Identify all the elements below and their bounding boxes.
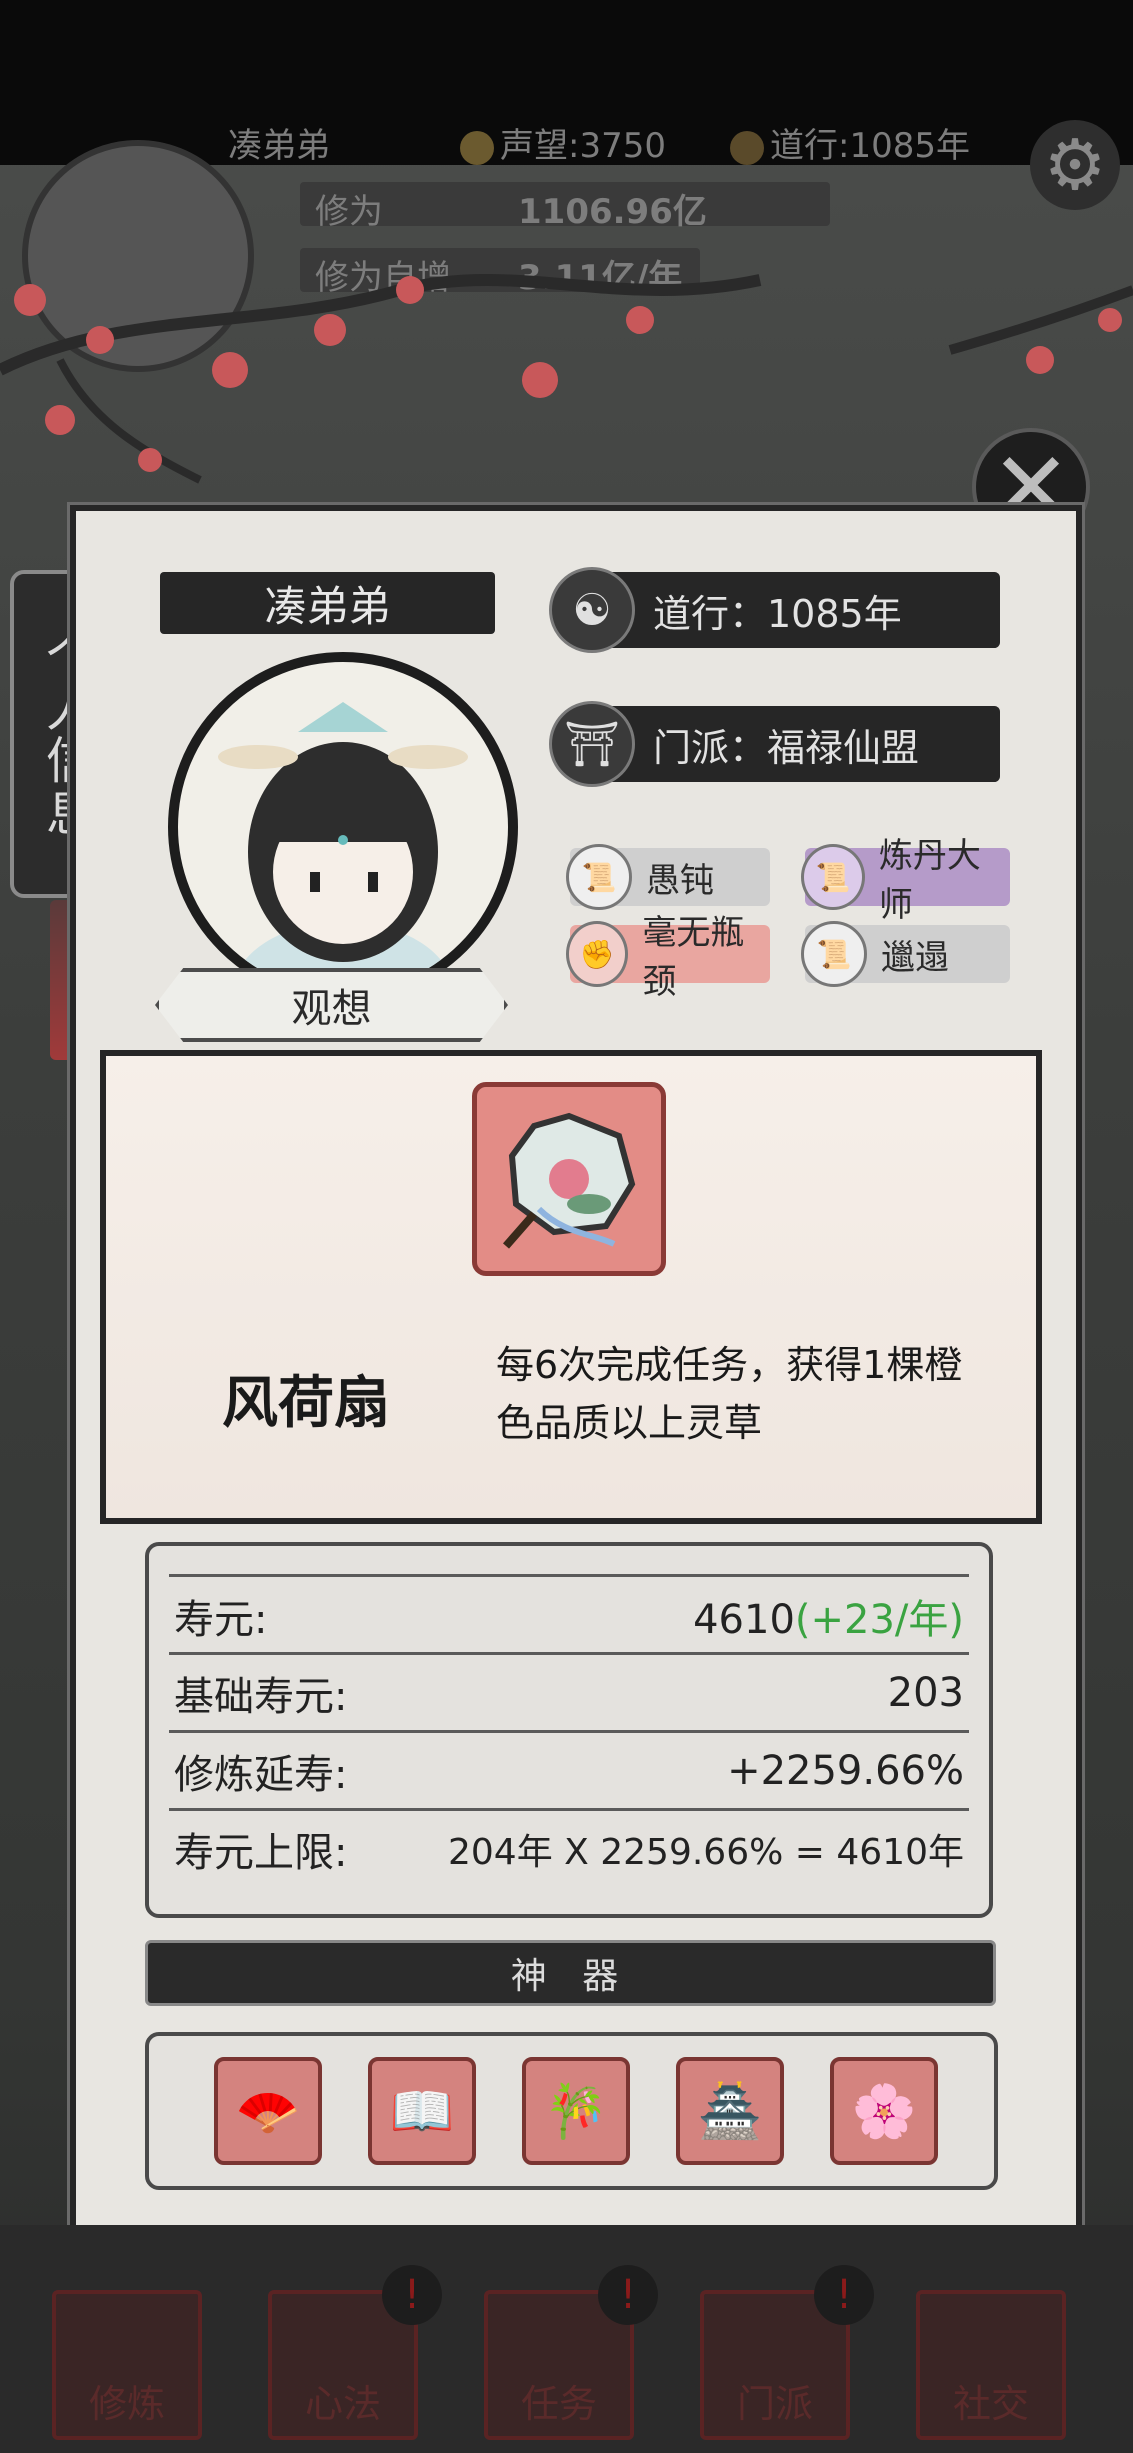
coin-icon	[460, 130, 494, 165]
item-description-line-2: 色品质以上灵草	[496, 1401, 763, 1445]
alert-icon: !	[814, 2265, 874, 2325]
scroll-icon: 📜	[566, 844, 632, 910]
divider	[169, 1652, 969, 1655]
round-fan-icon	[502, 1112, 636, 1249]
artifacts-row: 🪭 📖 🎋 🏯 🌸	[145, 2032, 998, 2190]
stat-growth: (+23/年)	[794, 1597, 964, 1643]
stat-value: +2259.66%	[727, 1748, 964, 1794]
item-description-line-1: 每6次完成任务，获得1棵橙	[496, 1343, 963, 1387]
visualize-button[interactable]: 观想	[155, 968, 508, 1042]
alert-icon: !	[382, 2265, 442, 2325]
character-avatar	[168, 652, 518, 1002]
book-icon[interactable]: 📖	[368, 2057, 476, 2165]
scroll-icon: 📜	[801, 921, 867, 987]
cultivation-label: 修为	[315, 192, 383, 232]
trait-no-bottleneck[interactable]: ✊ 毫无瓶颈	[566, 913, 770, 1002]
cultivation-value: 1106.96亿	[518, 192, 707, 232]
stat-label: 修炼延寿:	[174, 1752, 348, 1798]
trait-sloppy[interactable]: 📜 邋遢	[801, 921, 1010, 987]
character-name: 凑弟弟	[160, 572, 495, 634]
item-name: 风荷扇	[222, 1371, 390, 1436]
item-description: 每6次完成任务，获得1棵橙 色品质以上灵草	[496, 1336, 962, 1452]
stat-value: 203	[887, 1670, 964, 1716]
hud-daoxing: 道行:1085年	[730, 118, 970, 167]
daoxing-bar: ☯ 道行：1085年	[549, 567, 1000, 653]
alert-icon: !	[598, 2265, 658, 2325]
divider	[169, 1730, 969, 1733]
scroll-icon: 📜	[801, 844, 865, 910]
stat-row-base-lifespan: 基础寿元: 203	[174, 1657, 964, 1729]
stat-row-lifespan: 寿元: 4610(+23/年)	[174, 1580, 964, 1652]
character-portrait-icon	[218, 702, 468, 992]
divider	[169, 1574, 969, 1577]
stat-row-cultivation-extension: 修炼延寿: +2259.66%	[174, 1735, 964, 1807]
trait-dull[interactable]: 📜 愚钝	[566, 844, 770, 910]
sect-bar: ⛩ 门派：福禄仙盟	[549, 701, 1000, 787]
stat-label: 寿元:	[174, 1597, 268, 1643]
stat-value: 4610(+23/年)	[693, 1597, 964, 1643]
yinyang-icon	[730, 130, 764, 165]
trait-alchemy-master[interactable]: 📜 炼丹大师	[801, 836, 1010, 925]
plum-blossom-branch	[0, 274, 1133, 484]
pavilion-icon: ⛩	[549, 701, 635, 787]
stat-label: 寿元上限:	[174, 1830, 348, 1876]
daoxing-text: 道行：1085年	[653, 591, 902, 636]
settings-gear-icon[interactable]: ⚙	[1030, 120, 1120, 210]
stat-label: 基础寿元:	[174, 1674, 348, 1720]
lifespan-stats: 寿元: 4610(+23/年) 基础寿元: 203 修炼延寿: +2259.66…	[145, 1542, 993, 1918]
nav-social[interactable]: 社交	[916, 2290, 1066, 2440]
round-fan-icon[interactable]: 🌸	[830, 2057, 938, 2165]
sect-text: 门派：福禄仙盟	[653, 725, 920, 770]
seal-icon[interactable]: 🏯	[676, 2057, 784, 2165]
divider	[169, 1808, 969, 1811]
nav-cultivate[interactable]: 修炼	[52, 2290, 202, 2440]
lotus-fan-icon[interactable]	[472, 1082, 666, 1276]
flute-icon[interactable]: 🎋	[522, 2057, 630, 2165]
fist-icon: ✊	[566, 921, 629, 987]
stat-row-lifespan-cap: 寿元上限: 204年 X 2259.66% = 4610年	[174, 1813, 964, 1885]
hud-reputation: 声望:3750	[460, 118, 666, 167]
fan-icon[interactable]: 🪭	[214, 2057, 322, 2165]
stat-value: 204年 X 2259.66% = 4610年	[447, 1832, 964, 1873]
hud-player-name: 凑弟弟	[228, 126, 330, 166]
artifacts-header: 神 器	[145, 1940, 996, 2006]
yinyang-icon: ☯	[549, 567, 635, 653]
